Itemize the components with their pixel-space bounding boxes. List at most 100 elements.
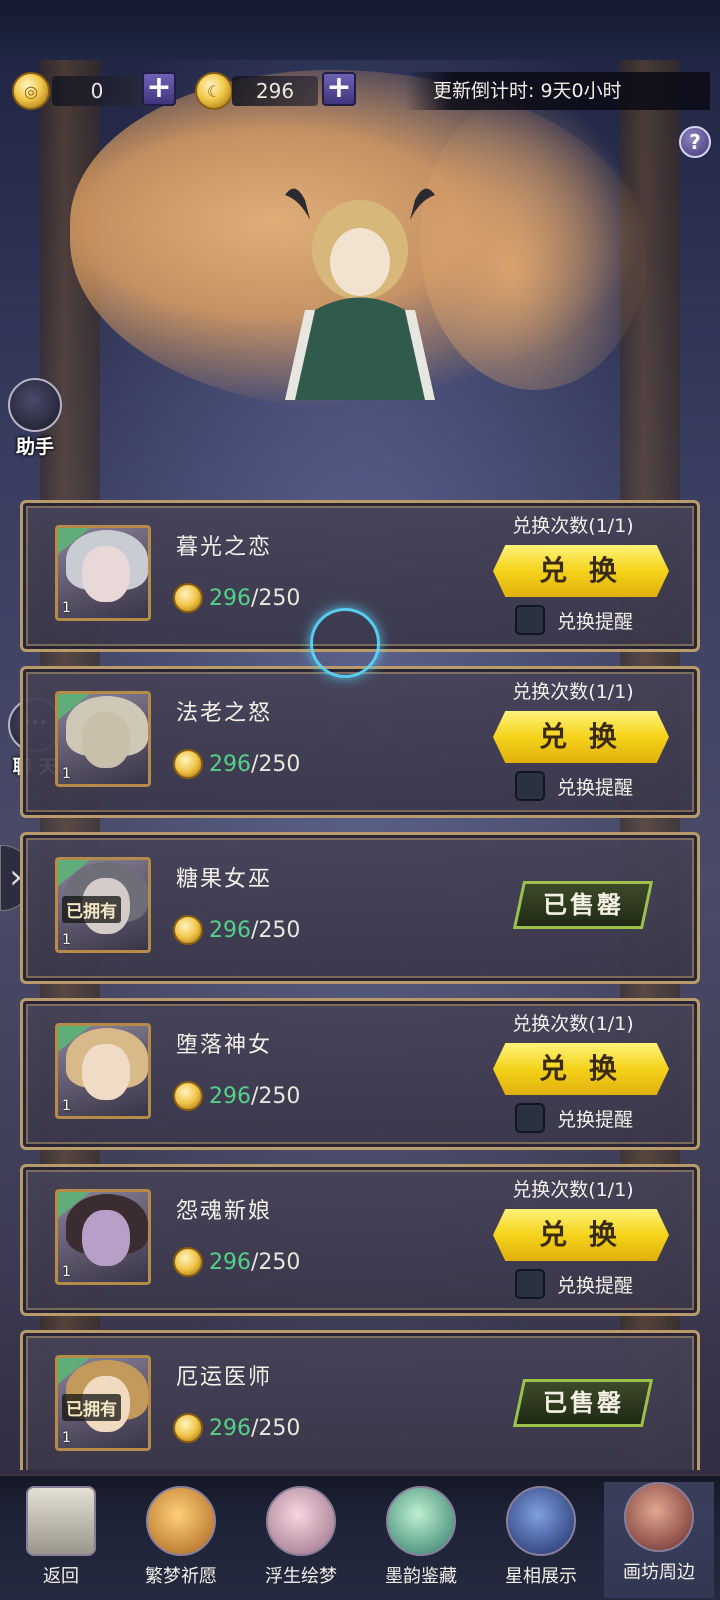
item-price: 296/250 bbox=[173, 583, 300, 613]
reminder-label: 兑换提醒 bbox=[557, 776, 634, 799]
secondary-currency-amount: 296 bbox=[232, 76, 318, 106]
item-price: 296/250 bbox=[173, 749, 300, 779]
portrait-face bbox=[82, 712, 130, 768]
price-required: /250 bbox=[251, 751, 301, 777]
assistant-label: 助手 bbox=[15, 436, 54, 458]
nav-label: 繁梦祈愿 bbox=[145, 1566, 217, 1587]
assistant-avatar-icon bbox=[8, 378, 62, 432]
exchange-limit: 兑换次数(1/1) bbox=[512, 1013, 634, 1035]
exchange-limit: 兑换次数(1/1) bbox=[512, 681, 634, 703]
exchange-item-card: 1 堕落神女 296/250 兑换次数(1/1) 兑 换 兑换提醒 bbox=[20, 998, 700, 1150]
nav-collection[interactable]: 墨韵鉴藏 bbox=[366, 1486, 476, 1588]
nav-back[interactable]: 返回 bbox=[6, 1486, 116, 1588]
price-required: /250 bbox=[251, 1249, 301, 1275]
item-price: 296/250 bbox=[173, 1247, 300, 1277]
item-portrait[interactable]: 1 bbox=[55, 525, 151, 621]
item-name: 法老之怒 bbox=[176, 701, 273, 726]
gold-coin-icon bbox=[173, 1247, 203, 1277]
gold-coin-icon bbox=[173, 749, 203, 779]
exchange-button[interactable]: 兑 换 bbox=[493, 1209, 669, 1261]
add-primary-currency-button[interactable]: + bbox=[142, 72, 176, 106]
add-secondary-currency-button[interactable]: + bbox=[322, 72, 356, 106]
sold-out-label: 已售罄 bbox=[542, 891, 624, 919]
tap-ripple-effect bbox=[310, 608, 380, 678]
portrait-face bbox=[82, 1044, 130, 1100]
gold-coin-icon bbox=[173, 915, 203, 945]
item-portrait[interactable]: 已拥有 1 bbox=[55, 1355, 151, 1451]
portrait-face bbox=[82, 546, 130, 602]
item-portrait[interactable]: 1 bbox=[55, 1189, 151, 1285]
price-owned: 296 bbox=[209, 585, 251, 611]
price-required: /250 bbox=[251, 1415, 301, 1441]
reminder-checkbox[interactable] bbox=[515, 605, 545, 635]
exchange-reminder[interactable]: 兑换提醒 bbox=[515, 1103, 633, 1133]
gold-coin-icon: ☾ bbox=[195, 72, 233, 110]
reminder-label: 兑换提醒 bbox=[557, 1108, 634, 1131]
reminder-label: 兑换提醒 bbox=[557, 610, 634, 633]
item-name: 堕落神女 bbox=[176, 1033, 273, 1058]
exchange-reminder[interactable]: 兑换提醒 bbox=[515, 1269, 633, 1299]
item-portrait[interactable]: 1 bbox=[55, 691, 151, 787]
coin-icon: ◎ bbox=[12, 72, 50, 110]
exchange-item-card: 已拥有 1 厄运医师 296/250 已售罄 bbox=[20, 1330, 700, 1470]
featured-character-art bbox=[285, 188, 435, 400]
item-portrait[interactable]: 已拥有 1 bbox=[55, 857, 151, 953]
reminder-checkbox[interactable] bbox=[515, 771, 545, 801]
butterfly-orb-icon bbox=[386, 1486, 456, 1556]
price-required: /250 bbox=[251, 1083, 301, 1109]
sold-out-stamp: 已售罄 bbox=[512, 1379, 654, 1427]
item-quantity: 1 bbox=[62, 1430, 71, 1446]
price-owned: 296 bbox=[209, 1249, 251, 1275]
nav-astrology[interactable]: 星相展示 bbox=[486, 1486, 596, 1588]
item-quantity: 1 bbox=[62, 600, 71, 616]
price-owned: 296 bbox=[209, 1083, 251, 1109]
nav-wish[interactable]: 繁梦祈愿 bbox=[126, 1486, 236, 1588]
exchange-item-card: 1 法老之怒 296/250 兑换次数(1/1) 兑 换 兑换提醒 bbox=[20, 666, 700, 818]
exchange-button[interactable]: 兑 换 bbox=[493, 1043, 669, 1095]
item-portrait[interactable]: 1 bbox=[55, 1023, 151, 1119]
portrait-face bbox=[82, 1210, 130, 1266]
flower-icon bbox=[266, 1486, 336, 1556]
gold-coin-icon bbox=[173, 1081, 203, 1111]
owned-badge: 已拥有 bbox=[62, 896, 121, 923]
item-quantity: 1 bbox=[62, 1264, 71, 1280]
sold-out-stamp: 已售罄 bbox=[512, 881, 654, 929]
reminder-checkbox[interactable] bbox=[515, 1269, 545, 1299]
exchange-button[interactable]: 兑 换 bbox=[493, 711, 669, 763]
exchange-limit: 兑换次数(1/1) bbox=[512, 1179, 634, 1201]
primary-currency-amount: 0 bbox=[52, 76, 142, 106]
exchange-button[interactable]: 兑 换 bbox=[493, 545, 669, 597]
item-quantity: 1 bbox=[62, 766, 71, 782]
nav-label: 画坊周边 bbox=[623, 1562, 695, 1583]
nav-dream-painting[interactable]: 浮生绘梦 bbox=[246, 1486, 356, 1588]
shop-cart-icon bbox=[624, 1482, 694, 1552]
lantern-icon bbox=[146, 1486, 216, 1556]
bottom-navigation: 返回 繁梦祈愿 浮生绘梦 墨韵鉴藏 星相展示 画坊周边 bbox=[0, 1474, 720, 1600]
item-price: 296/250 bbox=[173, 1413, 300, 1443]
astrolabe-icon bbox=[506, 1486, 576, 1556]
item-name: 厄运医师 bbox=[176, 1365, 273, 1390]
item-name: 暮光之恋 bbox=[176, 535, 273, 560]
question-icon[interactable]: ? bbox=[679, 126, 711, 158]
item-price: 296/250 bbox=[173, 915, 300, 945]
exchange-item-card: 1 怨魂新娘 296/250 兑换次数(1/1) 兑 换 兑换提醒 bbox=[20, 1164, 700, 1316]
nav-studio-shop[interactable]: 画坊周边 bbox=[604, 1482, 714, 1598]
owned-badge: 已拥有 bbox=[62, 1394, 121, 1421]
item-price: 296/250 bbox=[173, 1081, 300, 1111]
exchange-reminder[interactable]: 兑换提醒 bbox=[515, 771, 633, 801]
reminder-label: 兑换提醒 bbox=[557, 1274, 634, 1297]
back-arrow-icon bbox=[26, 1486, 96, 1556]
refresh-countdown: 更新倒计时: 9天0小时 bbox=[405, 72, 710, 110]
currency-bar: ◎ 0 + ☾ 296 + 更新倒计时: 9天0小时 bbox=[0, 68, 720, 114]
exchange-limit: 兑换次数(1/1) bbox=[512, 515, 634, 537]
item-name: 糖果女巫 bbox=[176, 867, 273, 892]
exchange-reminder[interactable]: 兑换提醒 bbox=[515, 605, 633, 635]
spirit-flame bbox=[420, 90, 650, 390]
reminder-checkbox[interactable] bbox=[515, 1103, 545, 1133]
item-quantity: 1 bbox=[62, 1098, 71, 1114]
sold-out-label: 已售罄 bbox=[542, 1389, 624, 1417]
assistant-button[interactable]: 助手 bbox=[6, 378, 64, 459]
price-owned: 296 bbox=[209, 751, 251, 777]
exchange-item-card: 已拥有 1 糖果女巫 296/250 已售罄 bbox=[20, 832, 700, 984]
price-owned: 296 bbox=[209, 1415, 251, 1441]
